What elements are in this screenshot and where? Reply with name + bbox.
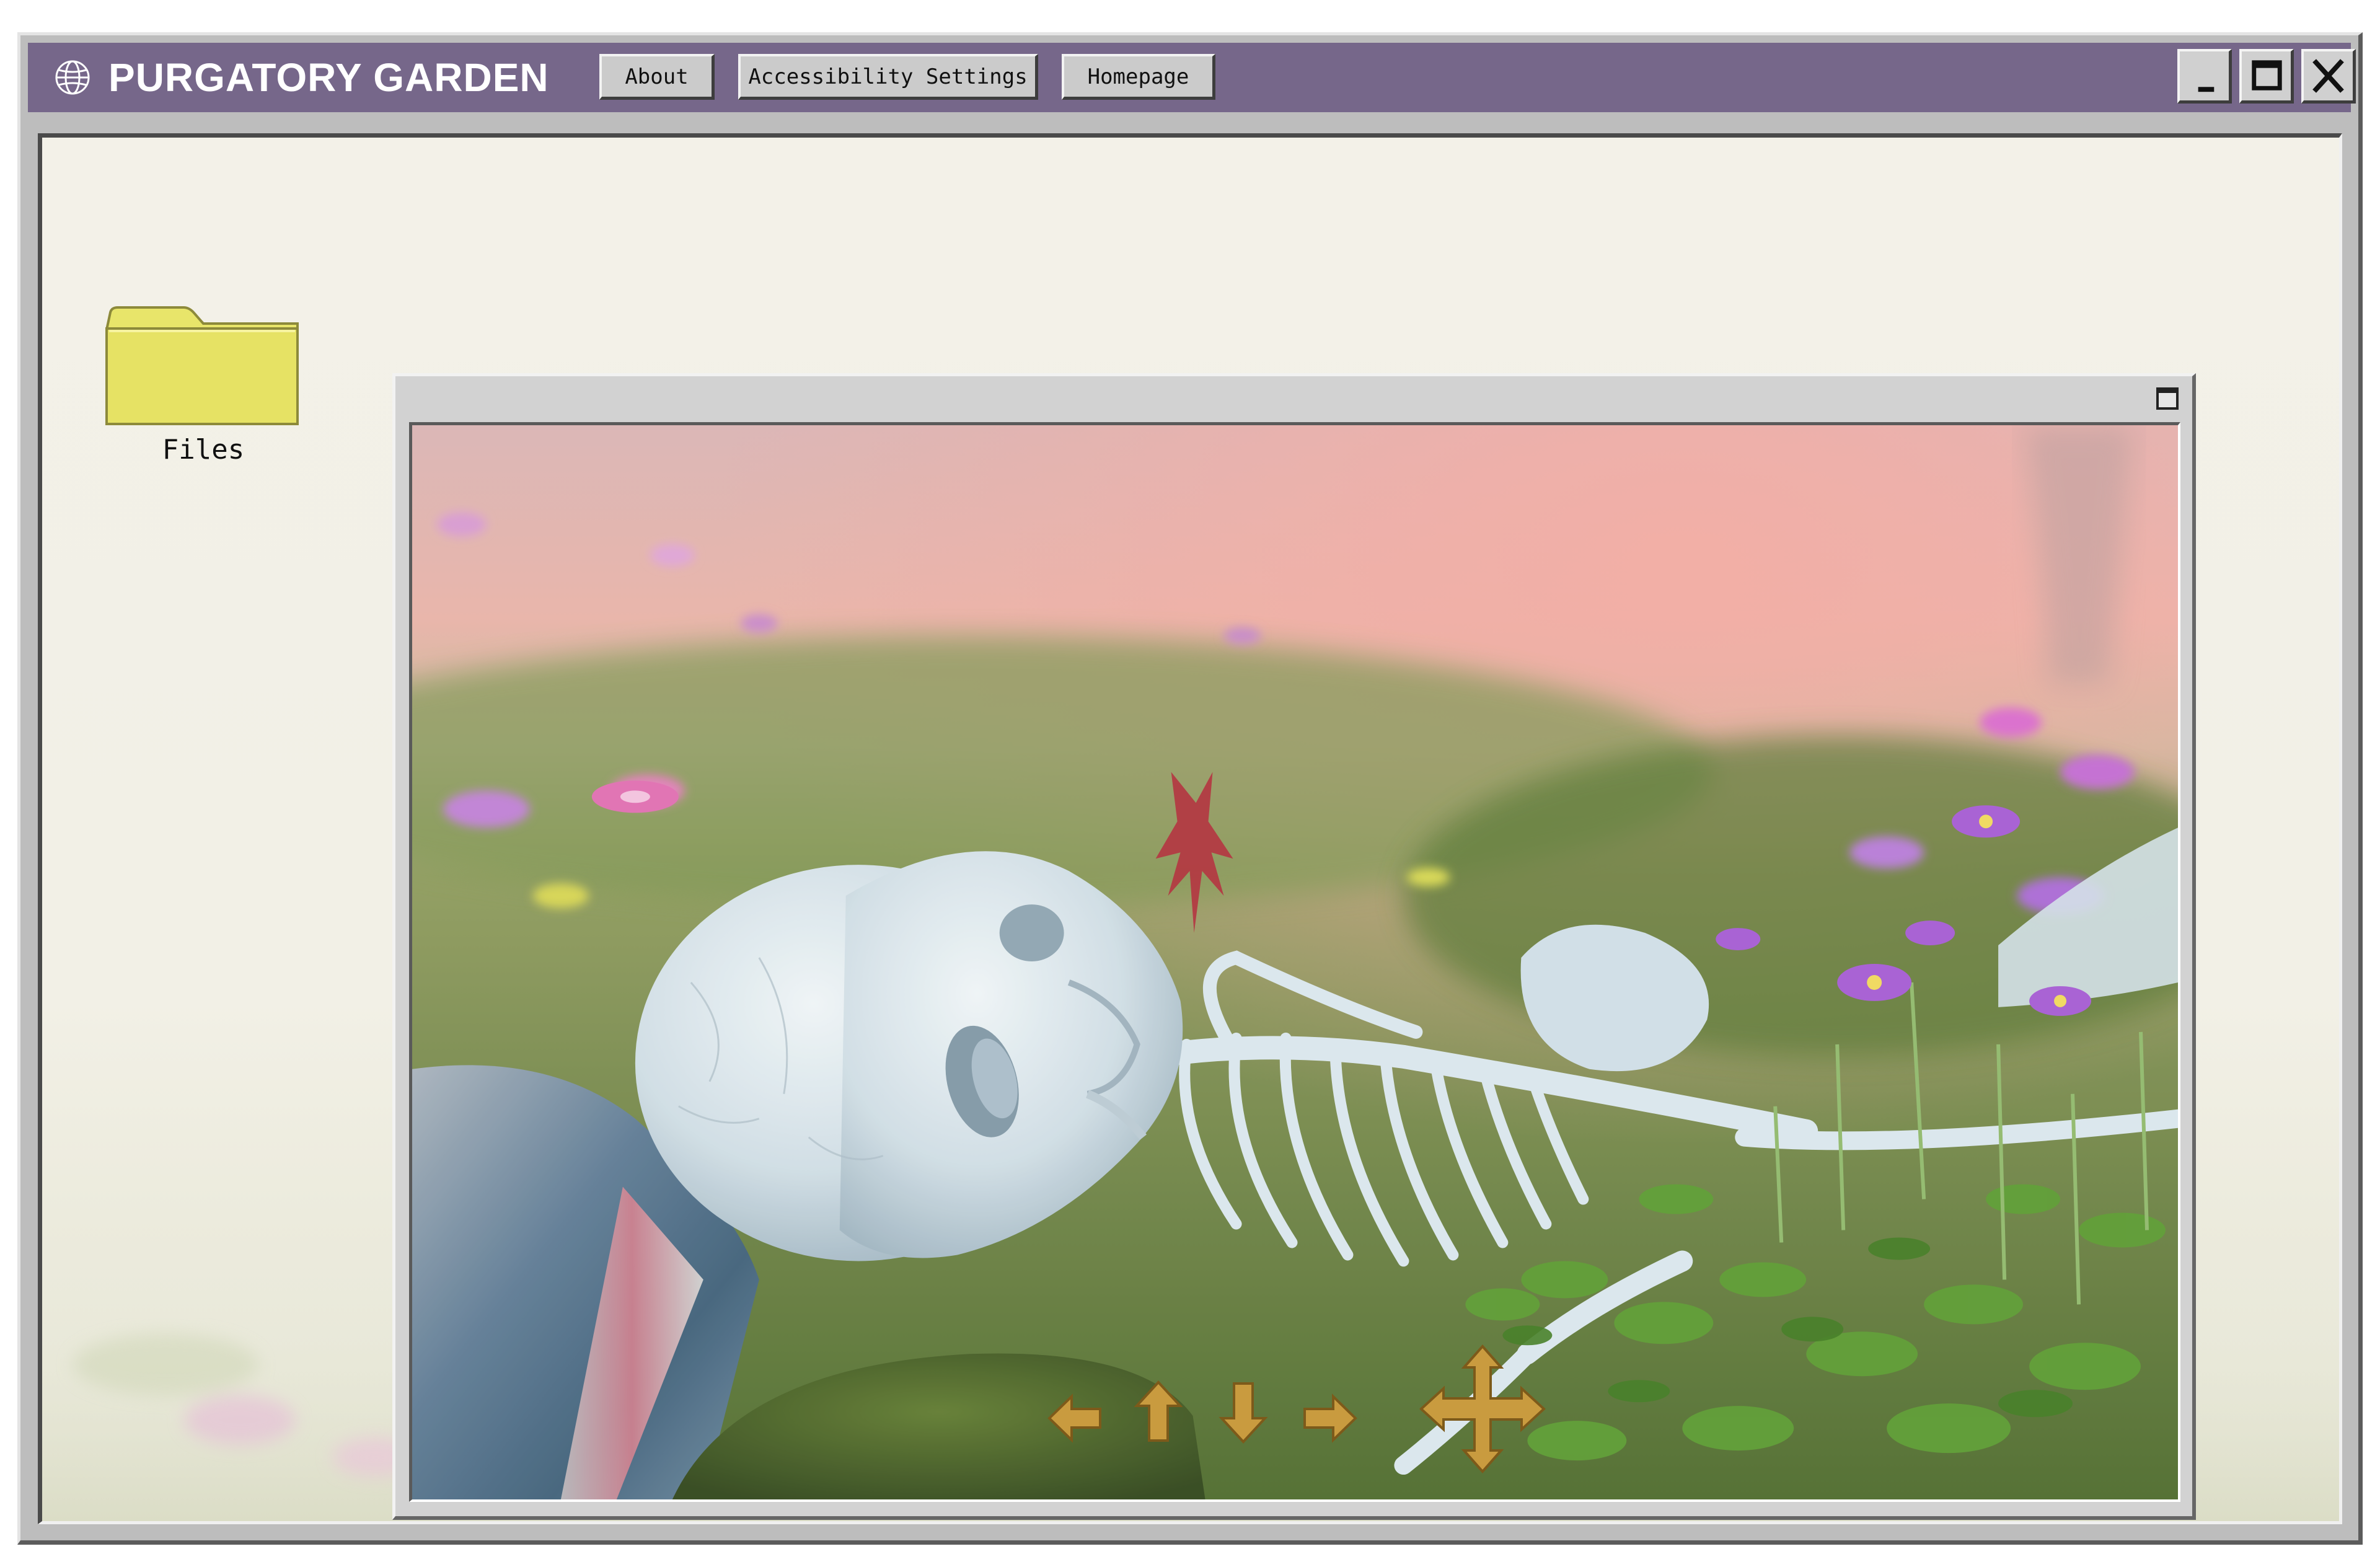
scene-canvas[interactable] [409, 422, 2180, 1502]
folder-label: Files [162, 434, 245, 466]
close-icon [2312, 59, 2344, 93]
app-title: PURGATORY GARDEN [108, 55, 549, 100]
globe-icon [55, 60, 90, 95]
folder-icon [105, 306, 299, 425]
maximize-button[interactable] [2239, 49, 2294, 104]
arrow-down-icon[interactable] [1218, 1380, 1269, 1444]
desktop-area: Files [38, 133, 2342, 1524]
arrow-right-icon[interactable] [1300, 1390, 1359, 1446]
viewer-maximize-icon[interactable] [2156, 387, 2179, 410]
arrow-left-icon[interactable] [1046, 1390, 1105, 1446]
app-window: PURGATORY GARDEN About Accessibility Set… [17, 32, 2363, 1545]
accessibility-settings-button[interactable]: Accessibility Settings [738, 54, 1038, 100]
skeleton-meadow-scene [412, 425, 2178, 1499]
minimize-button[interactable] [2177, 49, 2232, 104]
arrow-up-icon[interactable] [1133, 1380, 1184, 1444]
close-button[interactable] [2301, 49, 2356, 104]
move-cross-icon[interactable] [1417, 1344, 1548, 1474]
maximize-icon [2252, 60, 2282, 90]
scene-viewer-window [392, 373, 2196, 1520]
homepage-button[interactable]: Homepage [1062, 54, 1215, 100]
about-button[interactable]: About [599, 54, 715, 100]
minimize-icon [2198, 87, 2215, 92]
titlebar: PURGATORY GARDEN About Accessibility Set… [28, 43, 2356, 112]
files-folder[interactable]: Files [104, 299, 302, 485]
